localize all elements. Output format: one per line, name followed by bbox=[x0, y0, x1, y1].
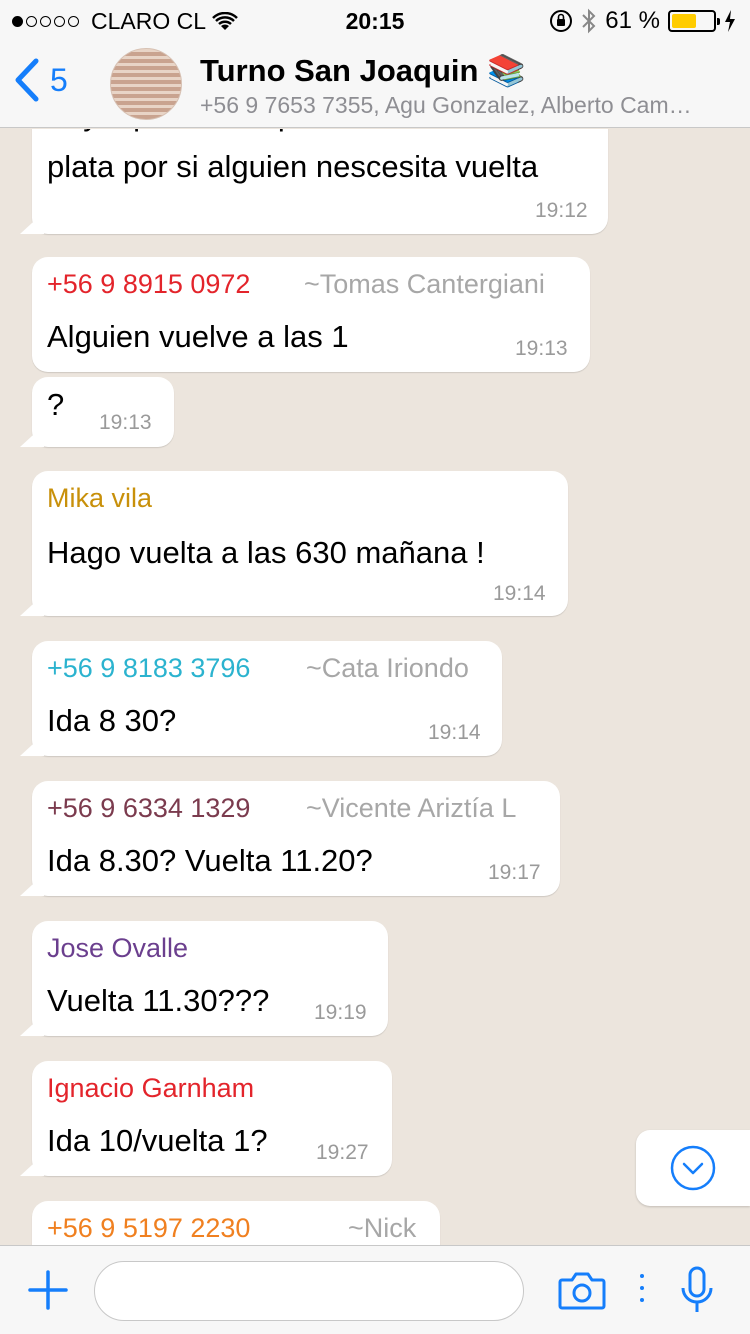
separator-dots bbox=[640, 1274, 644, 1302]
message-composer bbox=[0, 1245, 750, 1334]
group-title[interactable]: Turno San Joaquin 📚 bbox=[200, 52, 526, 89]
charging-icon bbox=[725, 10, 735, 32]
message-text: Alguien vuelve a las 1 bbox=[47, 319, 349, 354]
message-sender: +56 9 6334 1329 bbox=[47, 793, 251, 823]
message-time: 19:12 bbox=[535, 199, 588, 222]
message-input[interactable] bbox=[94, 1261, 524, 1321]
camera-icon bbox=[558, 1272, 606, 1310]
message-alias: ~Tomas Cantergiani bbox=[304, 269, 545, 299]
attach-button[interactable] bbox=[28, 1270, 68, 1315]
battery-icon bbox=[668, 10, 720, 32]
message-bubble[interactable]: +56 9 8915 0972 ~Tomas Cantergiani Algui… bbox=[32, 257, 590, 372]
microphone-icon bbox=[681, 1266, 713, 1312]
message-sender: +56 9 8183 3796 bbox=[47, 653, 251, 683]
back-button[interactable]: 5 bbox=[14, 58, 68, 102]
message-bubble[interactable]: +56 9 5197 2230 ~Nick bbox=[32, 1201, 440, 1245]
message-sender: +56 9 8915 0972 bbox=[47, 269, 251, 299]
message-bubble[interactable]: ? 19:13 bbox=[32, 377, 174, 447]
battery-level bbox=[672, 14, 697, 28]
status-right: 61 % bbox=[549, 7, 736, 35]
message-text: Ida 8.30? Vuelta 11.20? bbox=[47, 843, 373, 878]
message-bubble[interactable]: Mika vila Hago vuelta a las 630 mañana !… bbox=[32, 471, 568, 616]
message-sender: Jose Ovalle bbox=[47, 933, 189, 963]
message-list[interactable]: Voy a pasar a la petrobras a sacar plata… bbox=[0, 129, 750, 1245]
status-bar: CLARO CL 20:15 61 % bbox=[0, 0, 750, 40]
message-text: Vuelta 11.30??? bbox=[47, 983, 270, 1018]
chat-header: 5 Turno San Joaquin 📚 +56 9 7653 7355, A… bbox=[0, 40, 750, 128]
message-text: ? bbox=[47, 387, 65, 422]
message-sender: Mika vila bbox=[47, 483, 153, 513]
message-time: 19:27 bbox=[316, 1141, 369, 1164]
message-alias: ~Vicente Ariztía L bbox=[306, 793, 517, 823]
message-text: plata por si alguien nescesita vuelta bbox=[47, 149, 539, 184]
plus-icon bbox=[28, 1270, 68, 1310]
message-time: 19:13 bbox=[515, 337, 568, 360]
message-text: Voy a pasar a la petrobras a sacar bbox=[47, 129, 519, 137]
message-bubble[interactable]: Voy a pasar a la petrobras a sacar plata… bbox=[32, 129, 608, 234]
group-participants[interactable]: +56 9 7653 7355, Agu Gonzalez, Alberto C… bbox=[200, 92, 740, 119]
message-time: 19:13 bbox=[99, 411, 152, 434]
message-time: 19:14 bbox=[428, 721, 481, 744]
unread-count: 5 bbox=[50, 61, 68, 98]
message-bubble[interactable]: Ignacio Garnham Ida 10/vuelta 1? 19:27 bbox=[32, 1061, 392, 1176]
message-time: 19:14 bbox=[493, 582, 546, 605]
rotation-lock-icon bbox=[550, 10, 573, 32]
message-bubble[interactable]: +56 9 8183 3796 ~Cata Iriondo Ida 8 30? … bbox=[32, 641, 502, 756]
chevron-down-icon bbox=[670, 1145, 716, 1191]
battery-percent: 61 % bbox=[605, 7, 660, 34]
camera-button[interactable] bbox=[558, 1270, 606, 1315]
scroll-to-bottom-button[interactable] bbox=[636, 1130, 750, 1206]
message-alias: ~Nick bbox=[348, 1213, 417, 1243]
message-text: Ida 8 30? bbox=[47, 703, 177, 738]
message-text: Hago vuelta a las 630 mañana ! bbox=[47, 535, 485, 570]
bluetooth-icon bbox=[582, 8, 596, 34]
chevron-left-icon bbox=[15, 58, 39, 102]
message-sender: Ignacio Garnham bbox=[47, 1073, 255, 1103]
message-time: 19:17 bbox=[488, 861, 541, 884]
message-sender: +56 9 5197 2230 bbox=[47, 1213, 251, 1243]
message-time: 19:19 bbox=[314, 1001, 367, 1024]
voice-message-button[interactable] bbox=[680, 1266, 714, 1321]
group-avatar[interactable] bbox=[110, 48, 182, 120]
message-bubble[interactable]: Jose Ovalle Vuelta 11.30??? 19:19 bbox=[32, 921, 388, 1036]
message-bubble[interactable]: +56 9 6334 1329 ~Vicente Ariztía L Ida 8… bbox=[32, 781, 560, 896]
message-text: Ida 10/vuelta 1? bbox=[47, 1123, 268, 1158]
message-alias: ~Cata Iriondo bbox=[306, 653, 469, 683]
